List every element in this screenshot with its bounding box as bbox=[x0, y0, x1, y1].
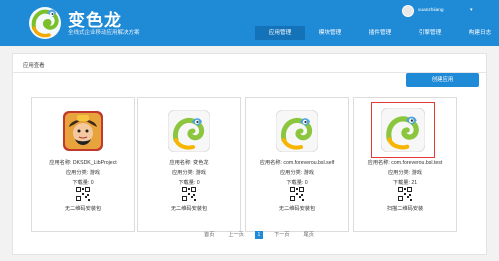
app-name: 应用名称: com.foreverou.bsl.test bbox=[367, 160, 443, 166]
app-category: 应用分类: 游戏 bbox=[279, 170, 314, 176]
app-downloads: 下载量: 0 bbox=[286, 180, 308, 186]
qr-code-icon[interactable] bbox=[398, 187, 412, 201]
app-card[interactable]: 应用名称: com.foreverou.bsl.self 应用分类: 游戏 下载… bbox=[245, 97, 349, 232]
qr-label: 无二维码安装包 bbox=[64, 206, 102, 212]
app-downloads: 下载量: 0 bbox=[72, 180, 94, 186]
app-downloads: 下载量: 0 bbox=[178, 180, 200, 186]
app-card[interactable]: 应用名称: DKSDK_LibProject 应用分类: 游戏 下载量: 0 无… bbox=[31, 97, 135, 232]
qr-code-icon bbox=[76, 187, 90, 201]
current-page[interactable]: 1 bbox=[254, 230, 263, 239]
main-nav: 应用管理 模块管理 插件管理 引擎管理 构建日志 bbox=[255, 26, 499, 40]
nav-item-plugin-management[interactable]: 插件管理 bbox=[355, 26, 405, 40]
next-page-link[interactable]: 下一页 bbox=[274, 231, 290, 238]
nav-item-build-log[interactable]: 构建日志 bbox=[455, 26, 499, 40]
qr-code-icon bbox=[182, 187, 196, 201]
chameleon-logo-icon[interactable] bbox=[28, 3, 62, 41]
qr-code-icon bbox=[290, 187, 304, 201]
qr-label: 无二维码安装包 bbox=[170, 206, 208, 212]
app-header: 变色龙 全线式企业移动应用解决方案 xuanzhiiang ▾ 应用管理 模块管… bbox=[0, 0, 499, 46]
brand-subtitle: 全线式企业移动应用解决方案 bbox=[68, 30, 140, 36]
nav-item-engine-management[interactable]: 引擎管理 bbox=[405, 26, 455, 40]
chevron-down-icon[interactable]: ▾ bbox=[470, 7, 473, 13]
chameleon-icon[interactable] bbox=[166, 106, 212, 156]
nav-item-app-management[interactable]: 应用管理 bbox=[255, 26, 305, 40]
app-card[interactable]: 应用名称: 变色龙 应用分类: 游戏 下载量: 0 无二维码安装包 bbox=[137, 97, 241, 232]
panel-title: 应用查看 bbox=[23, 63, 45, 69]
app-category: 应用分类: 游戏 bbox=[171, 170, 206, 176]
prev-page-link[interactable]: 上一页 bbox=[228, 231, 244, 238]
chameleon-icon[interactable] bbox=[371, 102, 435, 158]
first-page-link[interactable]: 首页 bbox=[204, 231, 214, 238]
app-name: 应用名称: com.foreverou.bsl.self bbox=[259, 160, 335, 166]
app-list-panel: 应用查看 创建应用 应用名称: DKSDK_LibProject 应用分类: 游… bbox=[12, 53, 487, 255]
qr-label: 无二维码安装包 bbox=[278, 206, 316, 212]
avatar[interactable] bbox=[402, 5, 414, 17]
user-menu[interactable]: xuanzhiiang ▾ bbox=[402, 4, 476, 20]
user-name[interactable]: xuanzhiiang bbox=[418, 8, 444, 13]
app-card-selected[interactable]: 应用名称: com.foreverou.bsl.test 应用分类: 游戏 下载… bbox=[353, 97, 457, 232]
app-name: 应用名称: 变色龙 bbox=[169, 160, 209, 166]
nav-item-module-management[interactable]: 模块管理 bbox=[305, 26, 355, 40]
app-category: 应用分类: 游戏 bbox=[65, 170, 100, 176]
app-name: 应用名称: DKSDK_LibProject bbox=[49, 160, 117, 166]
last-page-link[interactable]: 尾页 bbox=[304, 231, 314, 238]
qr-label: 扫描二维码安装 bbox=[386, 206, 424, 212]
chameleon-icon[interactable] bbox=[274, 106, 320, 156]
pagination: 首页 上一页 1 下一页 尾页 bbox=[197, 230, 321, 239]
create-app-button[interactable]: 创建应用 bbox=[406, 73, 479, 87]
app-downloads: 下载量: 21 bbox=[392, 180, 418, 186]
app-category: 应用分类: 游戏 bbox=[387, 170, 422, 176]
warrior-game-icon[interactable] bbox=[60, 106, 106, 156]
